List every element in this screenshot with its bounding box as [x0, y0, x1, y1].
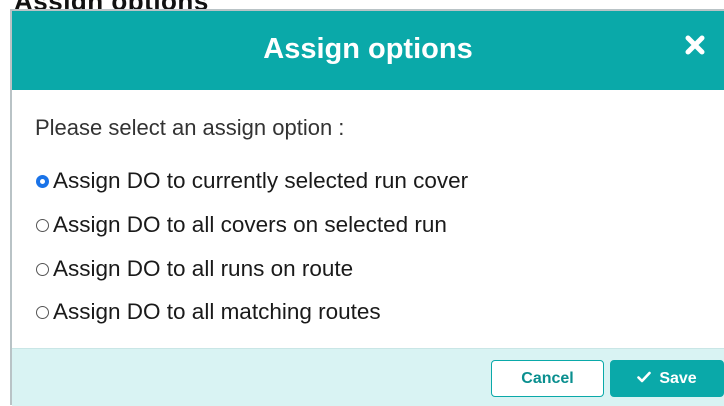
option-all-matching-routes[interactable]: Assign DO to all matching routes	[36, 298, 381, 326]
save-label: Save	[659, 369, 697, 387]
option-all-runs-on-route[interactable]: Assign DO to all runs on route	[36, 255, 353, 283]
option-label: Assign DO to currently selected run cove…	[53, 168, 469, 193]
option-label: Assign DO to all matching routes	[53, 299, 381, 324]
assign-options-dialog: Assign options Please select an assign o…	[10, 9, 724, 406]
radio-all-covers-selected-run[interactable]	[36, 218, 49, 232]
radio-current-run-cover[interactable]	[36, 174, 49, 188]
assign-prompt: Please select an assign option :	[35, 115, 345, 140]
option-label: Assign DO to all runs on route	[53, 256, 354, 281]
check-icon	[637, 370, 652, 388]
radio-all-matching-routes[interactable]	[36, 305, 49, 319]
save-button[interactable]: Save	[610, 360, 724, 397]
dialog-footer: Cancel Save	[12, 348, 724, 406]
option-label: Assign DO to all covers on selected run	[53, 212, 447, 237]
cancel-button[interactable]: Cancel	[491, 360, 604, 397]
option-current-run-cover[interactable]: Assign DO to currently selected run cove…	[36, 167, 468, 195]
dialog-title: Assign options	[263, 33, 473, 65]
dialog-header: Assign options	[12, 11, 724, 90]
close-button[interactable]	[680, 30, 710, 60]
close-icon	[685, 35, 705, 55]
dialog-body: Please select an assign option : Assign …	[12, 90, 724, 348]
option-all-covers-selected-run[interactable]: Assign DO to all covers on selected run	[36, 211, 447, 239]
cancel-label: Cancel	[521, 369, 574, 387]
radio-all-runs-on-route[interactable]	[36, 262, 49, 276]
